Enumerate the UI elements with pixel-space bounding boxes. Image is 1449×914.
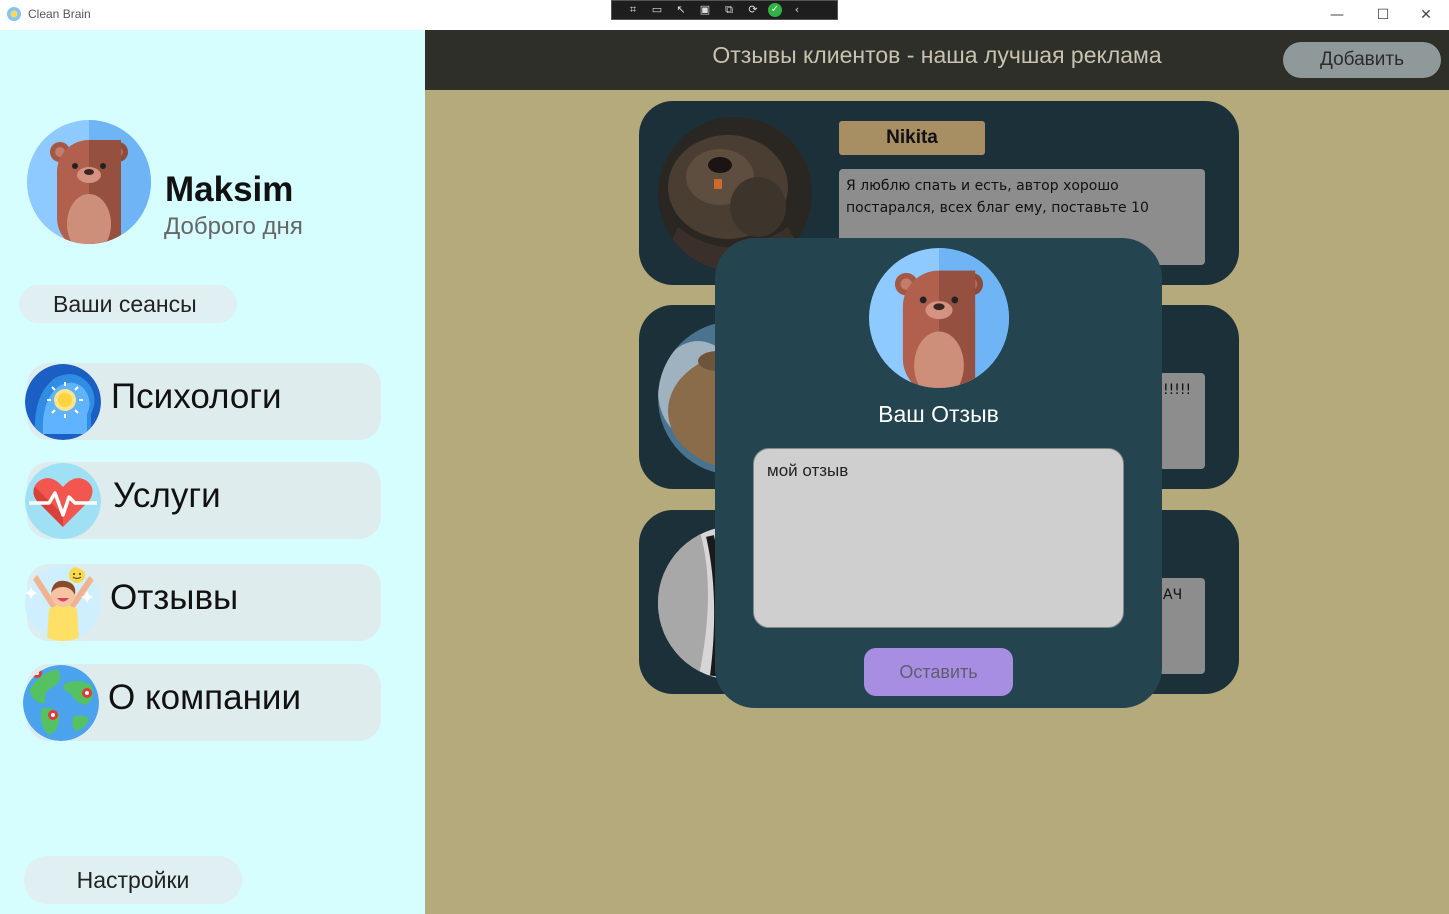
dialog-title: Ваш Отзыв — [878, 401, 999, 427]
nav-item-services[interactable]: Услуги — [25, 462, 381, 539]
sidebar: Maksim Доброго дня Ваши сеансы Психологи — [0, 30, 425, 914]
nav-label: О компании — [108, 678, 302, 717]
submit-review-button[interactable]: Оставить — [864, 648, 1013, 696]
settings-button[interactable]: Настройки — [24, 856, 242, 904]
layout-icon[interactable]: ▣ — [696, 3, 714, 17]
nav-item-about[interactable]: О компании — [23, 664, 381, 741]
review-dialog: Ваш Отзыв мой отзыв Оставить — [715, 238, 1162, 708]
add-review-button[interactable]: Добавить — [1283, 42, 1441, 78]
nav-label: Отзывы — [110, 578, 239, 617]
maximize-button[interactable]: ☐ — [1360, 0, 1406, 30]
review-text: !!!!! — [1159, 373, 1205, 469]
nav-item-psychologists[interactable]: Психологи — [25, 363, 381, 440]
review-author: Nikita — [839, 121, 985, 155]
nav-label: Психологи — [111, 377, 282, 416]
review-input[interactable]: мой отзыв — [753, 448, 1124, 628]
minimize-button[interactable]: — — [1314, 0, 1360, 30]
happy-person-icon — [25, 565, 101, 641]
hot-reload-icon[interactable]: ⟳ — [744, 3, 762, 17]
check-icon[interactable]: ✓ — [768, 3, 782, 17]
inspect-icon[interactable]: ⌗ — [624, 3, 642, 17]
app-logo-icon — [7, 7, 21, 21]
page-header: Отзывы клиентов - наша лучшая реклама До… — [425, 30, 1449, 90]
brain-sun-icon — [25, 364, 101, 440]
dialog-avatar — [869, 248, 1009, 388]
window-titlebar: Clean Brain ⌗ ▭ ↖ ▣ ⧉ ⟳ ✓ ‹ — ☐ ✕ — [0, 0, 1449, 30]
nav-item-reviews[interactable]: Отзывы — [25, 564, 381, 641]
review-text: АЧ — [1159, 578, 1205, 674]
user-name: Maksim — [165, 170, 294, 209]
close-button[interactable]: ✕ — [1403, 0, 1449, 30]
sessions-button[interactable]: Ваши сеансы — [19, 285, 237, 323]
heart-pulse-icon — [25, 463, 101, 539]
user-greeting: Доброго дня — [164, 213, 303, 240]
window-title: Clean Brain — [28, 7, 91, 21]
select-icon[interactable]: ↖ — [672, 3, 690, 17]
globe-pins-icon — [23, 665, 99, 741]
nav-label: Услуги — [113, 476, 221, 515]
track-icon[interactable]: ⧉ — [720, 3, 738, 17]
debug-toolbar: ⌗ ▭ ↖ ▣ ⧉ ⟳ ✓ ‹ — [611, 0, 838, 20]
record-icon[interactable]: ▭ — [648, 3, 666, 17]
collapse-icon[interactable]: ‹ — [788, 3, 806, 17]
user-avatar[interactable] — [27, 120, 151, 244]
